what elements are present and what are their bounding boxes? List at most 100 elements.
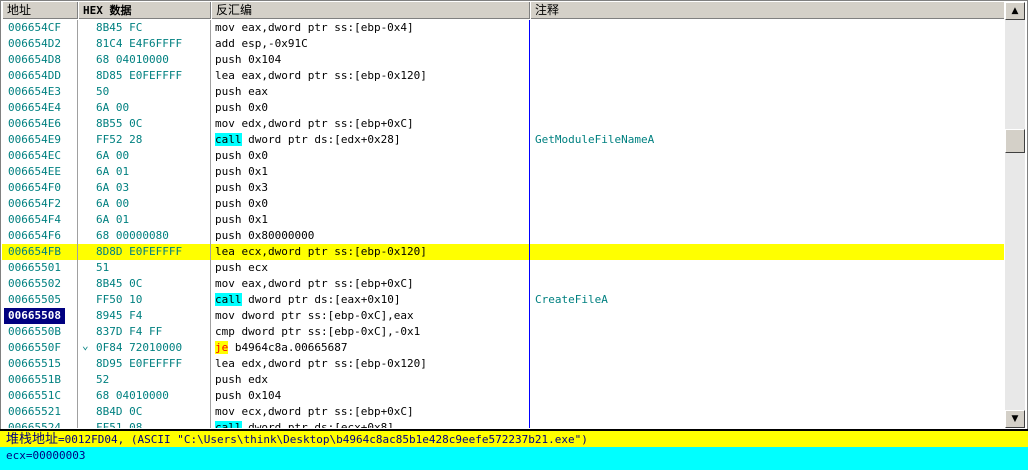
table-row[interactable]: 006654FB 8D8D E0FEFFFF lea ecx,dword ptr s…: [2, 244, 1004, 260]
address-cell: 006654CF: [8, 21, 61, 34]
scroll-up-button[interactable]: ▲: [1005, 2, 1025, 20]
mnemonic-call: call: [215, 421, 242, 428]
operand-text: push 0x1: [215, 213, 268, 226]
table-row[interactable]: 0066550F ⌄ 0F84 72010000 je b4964c8a.006656…: [2, 339, 1004, 356]
hex-cell: FF52 28: [96, 133, 143, 146]
address-cell: 006654EC: [8, 149, 61, 162]
table-row[interactable]: 006654F4 6A 01 push 0x1: [2, 212, 1004, 228]
mnemonic-call: call: [215, 133, 242, 146]
address-cell: 006654F4: [8, 213, 61, 226]
info-pane-line-2: ecx=00000003: [0, 447, 1028, 470]
table-row[interactable]: 006654D2 81C4 E4F6FFFF add esp,-0x91C: [2, 36, 1004, 52]
hex-cell: 8945 F4: [96, 309, 143, 322]
operand-text: push 0x1: [215, 165, 268, 178]
disassembly-cell: push 0x0: [215, 100, 268, 116]
disassembly-cell: lea edx,dword ptr ss:[ebp-0x120]: [215, 356, 427, 372]
operand-text: b4964c8a.00665687: [228, 341, 348, 354]
column-header-hex[interactable]: HEX 数据: [78, 2, 211, 19]
info-pane-line-1: 堆栈地址=0012FD04, (ASCII "C:\Users\think\De…: [0, 429, 1028, 447]
column-header-comment[interactable]: 注释: [530, 2, 1004, 19]
disassembly-cell: push 0x104: [215, 52, 281, 68]
operand-text: mov ecx,dword ptr ss:[ebp+0xC]: [215, 405, 414, 418]
column-header-disassembly[interactable]: 反汇编: [211, 2, 530, 19]
table-row[interactable]: 00665502 8B45 0C mov eax,dword ptr ss:[ebp…: [2, 276, 1004, 292]
address-cell: 006654F6: [8, 229, 61, 242]
jump-arrow-icon: ⌄: [82, 339, 89, 352]
address-cell: 006654D8: [8, 53, 61, 66]
table-row[interactable]: 006654E4 6A 00 push 0x0: [2, 100, 1004, 116]
table-row[interactable]: 006654CF 8B45 FC mov eax,dword ptr ss:[ebp…: [2, 20, 1004, 36]
column-divider: [210, 20, 211, 428]
disassembly-cell: push 0x104: [215, 388, 281, 404]
operand-text: mov eax,dword ptr ss:[ebp+0xC]: [215, 277, 414, 290]
table-row[interactable]: 006654E6 8B55 0C mov edx,dword ptr ss:[ebp…: [2, 116, 1004, 132]
address-cell: 00665508: [4, 308, 65, 324]
scroll-down-button[interactable]: ▼: [1005, 410, 1025, 428]
disassembly-cell: mov eax,dword ptr ss:[ebp-0x4]: [215, 20, 414, 36]
table-row[interactable]: 0066551B 52 push edx: [2, 372, 1004, 388]
address-cell: 006654E9: [8, 133, 61, 146]
table-row[interactable]: 006654EE 6A 01 push 0x1: [2, 164, 1004, 180]
operand-text: push 0x0: [215, 101, 268, 114]
operand-text: dword ptr ds:[eax+0x10]: [241, 293, 401, 306]
table-row[interactable]: 0066551C 68 04010000 push 0x104: [2, 388, 1004, 404]
operand-text: mov edx,dword ptr ss:[ebp+0xC]: [215, 117, 414, 130]
stack-address-label: 堆栈地址: [6, 432, 59, 447]
table-row[interactable]: 00665501 51 push ecx: [2, 260, 1004, 276]
address-cell: 00665502: [8, 277, 61, 290]
table-row[interactable]: 006654F2 6A 00 push 0x0: [2, 196, 1004, 212]
table-row[interactable]: 006654D8 68 04010000 push 0x104: [2, 52, 1004, 68]
stack-address-value: =0012FD04, (ASCII "C:\Users\think\Deskto…: [58, 433, 588, 446]
hex-cell: 68 00000080: [96, 229, 169, 242]
table-row[interactable]: 006654EC 6A 00 push 0x0: [2, 148, 1004, 164]
hex-cell: 0F84 72010000: [96, 341, 183, 354]
register-value: ecx=00000003: [6, 449, 86, 462]
hex-cell: 68 04010000: [96, 53, 169, 66]
disassembly-cell: push 0x3: [215, 180, 268, 196]
hex-cell: 6A 01: [96, 213, 130, 226]
table-row[interactable]: 0066550B 837D F4 FF cmp dword ptr ss:[ebp-…: [2, 324, 1004, 340]
disassembly-listing[interactable]: 006654CF 8B45 FC mov eax,dword ptr ss:[ebp…: [2, 20, 1004, 428]
address-cell: 00665505: [8, 293, 61, 306]
disassembly-cell: push 0x1: [215, 164, 268, 180]
hex-cell: 6A 01: [96, 165, 130, 178]
operand-text: mov eax,dword ptr ss:[ebp-0x4]: [215, 21, 414, 34]
address-cell: 006654E3: [8, 85, 61, 98]
hex-cell: 6A 00: [96, 197, 130, 210]
operand-text: push edx: [215, 373, 268, 386]
table-row[interactable]: 006654DD 8D85 E0FEFFFF lea eax,dword ptr s…: [2, 68, 1004, 84]
column-header: 地址 HEX 数据 反汇编 注释: [2, 2, 1004, 19]
vertical-scrollbar[interactable]: ▲ ▼: [1005, 2, 1025, 428]
table-row[interactable]: 006654E3 50 push eax: [2, 84, 1004, 100]
address-cell: 006654F0: [8, 181, 61, 194]
disassembly-cell: push 0x0: [215, 196, 268, 212]
column-header-address[interactable]: 地址: [2, 2, 78, 19]
disassembly-cell: add esp,-0x91C: [215, 36, 308, 52]
table-row[interactable]: 00665524 FF51 08 call dword ptr ds:[ecx+0x…: [2, 420, 1004, 428]
table-row[interactable]: 00665515 8D95 E0FEFFFF lea edx,dword ptr s…: [2, 356, 1004, 372]
disassembly-cell: call dword ptr ds:[edx+0x28]: [215, 132, 400, 148]
disassembly-cell: call dword ptr ds:[eax+0x10]: [215, 292, 400, 308]
scroll-thumb[interactable]: [1005, 129, 1025, 153]
operand-text: push 0x3: [215, 181, 268, 194]
disassembly-cell: call dword ptr ds:[ecx+0x8]: [215, 420, 394, 428]
comment-cell: CreateFileA: [535, 293, 608, 306]
address-cell: 0066551C: [8, 389, 61, 402]
table-row[interactable]: 006654F0 6A 03 push 0x3: [2, 180, 1004, 196]
table-row[interactable]: 00665521 8B4D 0C mov ecx,dword ptr ss:[ebp…: [2, 404, 1004, 420]
hex-cell: FF51 08: [96, 421, 143, 428]
table-row[interactable]: 00665508 8945 F4 mov dword ptr ss:[ebp-0xC…: [2, 308, 1004, 324]
operand-text: push 0x104: [215, 389, 282, 402]
operand-text: dword ptr ds:[edx+0x28]: [241, 133, 401, 146]
disassembly-cell: cmp dword ptr ss:[ebp-0xC],-0x1: [215, 324, 420, 340]
disassembly-cell: push 0x0: [215, 148, 268, 164]
hex-cell: 50: [96, 85, 110, 98]
table-row[interactable]: 006654E9 FF52 28 call dword ptr ds:[edx+0x…: [2, 132, 1004, 148]
address-cell: 0066551B: [8, 373, 61, 386]
hex-cell: 8B45 0C: [96, 277, 143, 290]
table-row[interactable]: 00665505 FF50 10 call dword ptr ds:[eax+0x…: [2, 292, 1004, 308]
operand-text: push 0x104: [215, 53, 282, 66]
disassembly-cell: je b4964c8a.00665687: [215, 340, 347, 356]
operand-text: push 0x0: [215, 149, 268, 162]
table-row[interactable]: 006654F6 68 00000080 push 0x80000000: [2, 228, 1004, 244]
